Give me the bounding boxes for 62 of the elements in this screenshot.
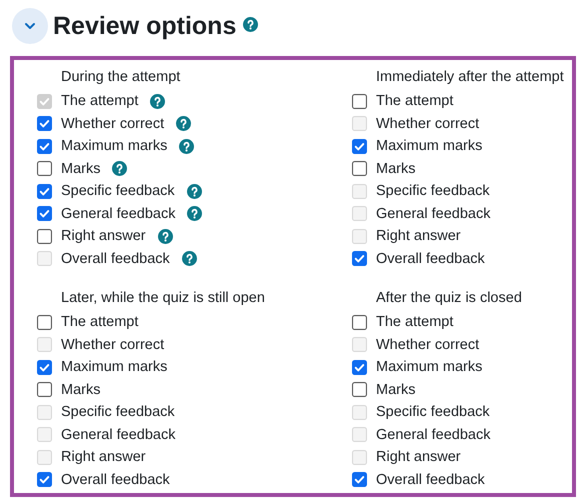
checkbox[interactable] [352, 161, 367, 176]
checkbox-label: General feedback [61, 426, 176, 443]
checkbox[interactable] [37, 360, 52, 375]
checkbox[interactable] [37, 161, 52, 176]
checkbox-label: Whether correct [376, 116, 480, 132]
checkbox-label: Right answer [61, 449, 146, 466]
checkbox-label[interactable]: Marks [376, 160, 416, 177]
checkbox-label[interactable]: Maximum marks [376, 359, 482, 376]
checkbox-label: Overall feedback [61, 250, 170, 267]
checkbox-label: Specific feedback [376, 404, 490, 420]
section-title: Review options [53, 12, 236, 40]
checkbox-label[interactable]: General feedback [61, 206, 176, 222]
checkbox[interactable] [37, 472, 52, 488]
checkbox[interactable] [37, 138, 52, 154]
checkbox-label[interactable]: The attempt [376, 93, 454, 110]
checkbox-label: General feedback [376, 426, 490, 443]
checkbox-label[interactable]: Maximum marks [376, 138, 482, 154]
help-icon[interactable] [186, 184, 202, 199]
checkbox-label[interactable]: Overall feedback [61, 472, 170, 488]
help-icon[interactable] [179, 138, 194, 154]
checkbox-label[interactable]: Marks [61, 160, 100, 177]
checkbox[interactable] [352, 472, 367, 488]
checkbox-label: Specific feedback [61, 404, 175, 420]
checkbox-label[interactable]: Overall feedback [376, 472, 485, 488]
checkbox-label: Specific feedback [376, 183, 490, 200]
checkbox-label: Whether correct [61, 336, 164, 353]
checkbox[interactable] [37, 116, 52, 132]
checkbox[interactable] [37, 314, 52, 330]
checkbox-label: Right answer [376, 228, 461, 244]
help-icon[interactable] [176, 116, 192, 132]
checkbox-label: Whether correct [376, 336, 480, 353]
checkbox-label[interactable]: Whether correct [61, 116, 164, 132]
checkbox[interactable] [352, 138, 367, 154]
group-heading: During the attempt [60, 68, 182, 87]
checkbox-label[interactable]: Specific feedback [61, 183, 175, 200]
group-heading: Later, while the quiz is still open [60, 289, 266, 308]
checkbox[interactable] [37, 206, 52, 222]
help-icon[interactable] [187, 206, 202, 222]
checkbox[interactable] [352, 314, 367, 330]
help-icon[interactable] [112, 161, 128, 176]
checkbox-label: The attempt [61, 93, 138, 110]
checkbox-label[interactable]: Overall feedback [376, 250, 485, 267]
checkbox-label[interactable]: Marks [61, 382, 100, 398]
checkbox[interactable] [352, 251, 367, 266]
checkbox[interactable] [37, 382, 52, 398]
checkbox-label[interactable]: Maximum marks [61, 359, 168, 376]
group-heading: Immediately after the attempt [375, 68, 565, 87]
help-icon[interactable] [158, 228, 173, 244]
checkbox-label[interactable]: The attempt [376, 314, 454, 330]
checkbox-label[interactable]: Maximum marks [61, 138, 168, 154]
checkbox-label[interactable]: Marks [376, 382, 416, 398]
checkbox[interactable] [37, 184, 52, 199]
checkbox[interactable] [352, 382, 367, 398]
checkbox-label[interactable]: The attempt [61, 314, 138, 330]
checkbox-label: Right answer [376, 449, 461, 466]
checkbox[interactable] [37, 228, 52, 244]
checkbox[interactable] [352, 360, 367, 375]
group-heading: After the quiz is closed [375, 289, 523, 308]
checkbox-label: General feedback [376, 206, 490, 222]
checkbox-label[interactable]: Right answer [61, 228, 146, 244]
help-icon[interactable] [243, 16, 258, 32]
checkbox[interactable] [352, 94, 367, 109]
